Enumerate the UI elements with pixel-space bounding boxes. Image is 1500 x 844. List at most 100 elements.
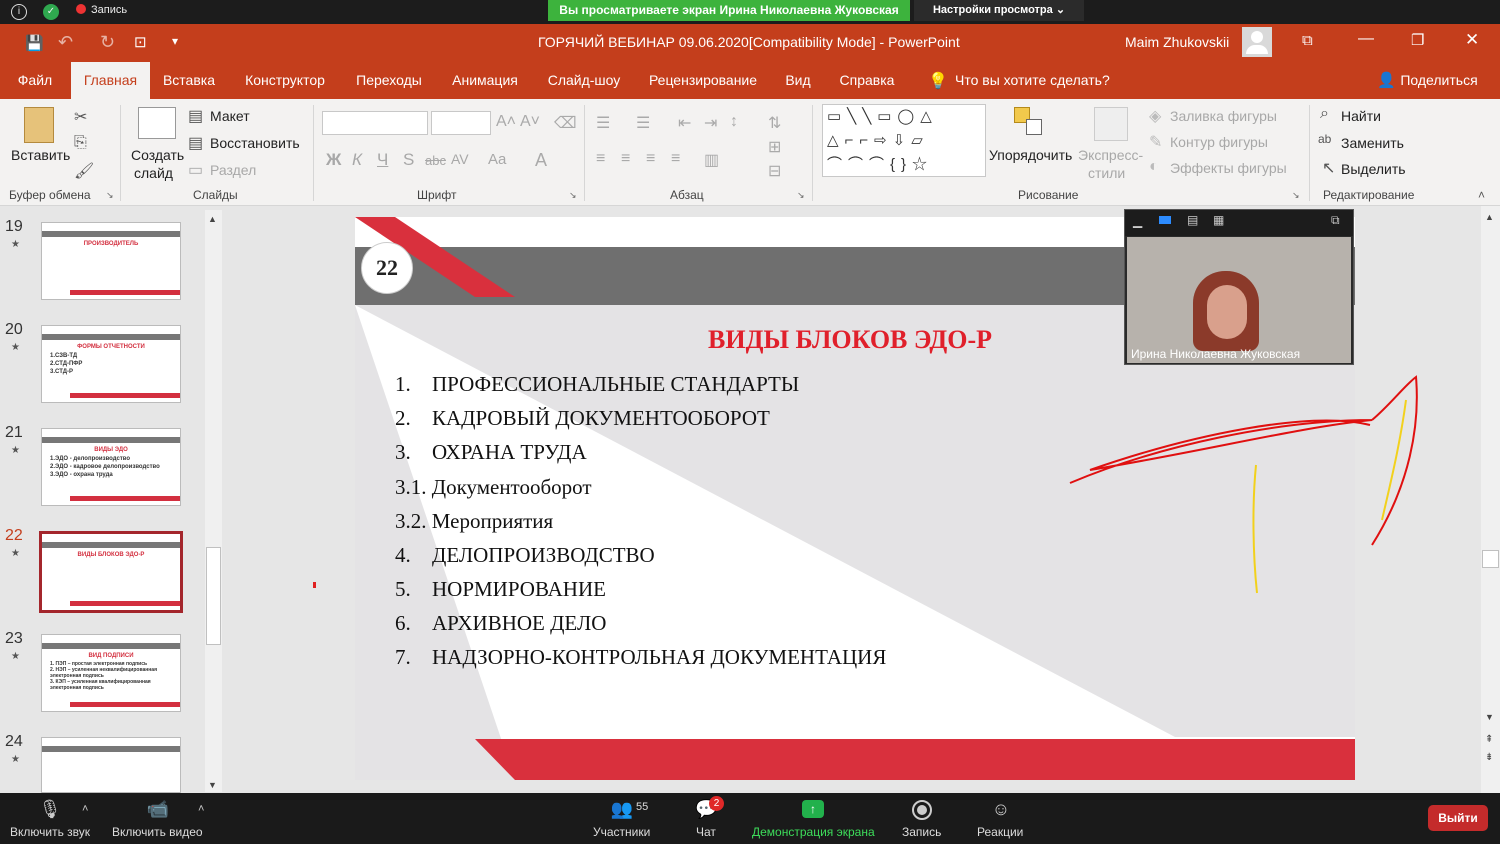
char-spacing-button[interactable]: AV [451, 151, 469, 167]
scrollbar-thumb[interactable] [1482, 550, 1499, 568]
arrange-button[interactable]: Упорядочить [989, 147, 1072, 163]
italic-button[interactable]: К [352, 150, 362, 170]
tell-me-search[interactable]: Что вы хотите сделать? [955, 62, 1115, 99]
minimize-video-icon[interactable]: ▁ [1133, 214, 1142, 228]
restore-icon[interactable]: ❐ [1411, 31, 1424, 49]
cut-icon[interactable]: ✂ [74, 107, 87, 127]
ribbon-display-icon[interactable]: ⧉ [1302, 32, 1313, 49]
video-off-icon[interactable]: 📹 [145, 799, 171, 820]
slide-thumbnail-19[interactable]: ПРОИЗВОДИТЕЛЬ [41, 222, 181, 300]
minimize-icon[interactable]: — [1358, 30, 1374, 48]
record-button[interactable]: Запись [902, 825, 941, 839]
user-name[interactable]: Maim Zhukovskii [1125, 34, 1229, 50]
microphone-muted-icon[interactable]: 🎙 [38, 799, 62, 820]
find-icon[interactable]: ⌕ [1320, 105, 1329, 123]
align-center-icon[interactable]: ≡ [621, 150, 630, 168]
tab-file[interactable]: Файл [8, 62, 62, 99]
new-slide-label-1[interactable]: Создать [131, 147, 184, 163]
present-icon[interactable]: ⊡ [134, 33, 147, 51]
strip-view-icon[interactable]: ▤ [1187, 213, 1198, 227]
slide-scrollbar[interactable]: ▲ ▼ ⇞ ⇟ [1481, 206, 1500, 793]
scroll-up-icon[interactable]: ▲ [208, 214, 217, 224]
smartart-icon[interactable]: ⊟ [768, 161, 781, 181]
dialog-launcher-icon[interactable]: ↘ [569, 190, 577, 201]
tab-insert[interactable]: Вставка [157, 62, 221, 99]
slide-thumbnail-21[interactable]: ВИДЫ ЭДО 1.ЭДО - делопроизводство 2.ЭДО … [41, 428, 181, 506]
numbering-icon[interactable]: ☰ [636, 113, 650, 133]
audio-options-chevron-icon[interactable]: ˄ [82, 803, 88, 815]
close-icon[interactable]: ✕ [1465, 30, 1479, 50]
scroll-down-icon[interactable]: ▼ [208, 780, 217, 790]
shrink-font-icon[interactable]: A˅ [520, 113, 540, 131]
scrollbar-thumb[interactable] [206, 547, 221, 645]
quick-styles-icon[interactable] [1094, 107, 1128, 141]
tab-home[interactable]: Главная [71, 62, 150, 99]
share-button[interactable]: Поделиться [1399, 62, 1479, 99]
info-icon[interactable]: i [11, 4, 27, 20]
change-case-button[interactable]: Aa [488, 151, 506, 168]
increase-indent-icon[interactable]: ⇥ [704, 113, 717, 133]
select-icon[interactable]: ↖ [1322, 158, 1335, 178]
dialog-launcher-icon[interactable]: ↘ [106, 190, 114, 201]
reset-icon[interactable]: ▤ [188, 133, 203, 153]
mute-button[interactable]: Включить звук [10, 825, 90, 839]
shape-effects-icon[interactable]: ◐ [1149, 158, 1159, 176]
shape-effects-button[interactable]: Эффекты фигуры [1170, 160, 1287, 176]
start-video-button[interactable]: Включить видео [112, 825, 203, 839]
record-icon[interactable] [912, 800, 932, 820]
save-icon[interactable]: 💾 [25, 34, 44, 52]
align-text-icon[interactable]: ⊞ [768, 137, 781, 157]
gallery-view-icon[interactable]: ▦ [1213, 213, 1224, 227]
slide-thumbnail-24[interactable] [41, 737, 181, 793]
next-slide-icon[interactable]: ⇟ [1485, 752, 1493, 763]
slide-thumbnail-20[interactable]: ФОРМЫ ОТЧЕТНОСТИ 1.СЗВ-ТД 2.СТД-ПФР 3.СТ… [41, 325, 181, 403]
select-button[interactable]: Выделить [1341, 161, 1406, 177]
section-icon[interactable]: ▭ [188, 160, 203, 180]
shape-outline-button[interactable]: Контур фигуры [1170, 134, 1268, 150]
shape-fill-icon[interactable]: ◈ [1149, 106, 1161, 126]
justify-icon[interactable]: ≡ [671, 150, 680, 168]
avatar[interactable] [1242, 27, 1272, 57]
clear-format-icon[interactable]: ⌫ [554, 113, 577, 133]
shield-icon[interactable]: ✓ [43, 4, 59, 20]
tab-review[interactable]: Рецензирование [641, 62, 765, 99]
layout-icon[interactable]: ▤ [188, 106, 203, 126]
speaker-view-icon[interactable] [1159, 216, 1171, 224]
tab-view[interactable]: Вид [779, 62, 817, 99]
underline-button[interactable]: Ч [377, 150, 388, 170]
section-button[interactable]: Раздел [210, 162, 256, 178]
font-size-select[interactable] [431, 111, 491, 135]
tab-transitions[interactable]: Переходы [348, 62, 430, 99]
paste-icon[interactable] [24, 107, 54, 143]
decrease-indent-icon[interactable]: ⇤ [678, 113, 691, 133]
undo-icon[interactable]: ↶ [58, 32, 73, 53]
dialog-launcher-icon[interactable]: ↘ [797, 190, 805, 201]
shadow-button[interactable]: S [403, 150, 414, 170]
reset-button[interactable]: Восстановить [210, 135, 300, 151]
shapes-gallery[interactable]: ▭╲╲▭◯△ △⌐⌐⇨⇩▱ ⌒⌒⌒{}☆ [822, 104, 986, 177]
shape-fill-button[interactable]: Заливка фигуры [1170, 108, 1277, 124]
collapse-ribbon-icon[interactable]: ˄ [1478, 188, 1485, 202]
paste-button[interactable]: Вставить [11, 147, 70, 163]
video-thumbnail[interactable]: ▁ ▤ ▦ ⧉ Ирина Николаевна Жуковская [1124, 209, 1354, 365]
format-painter-icon[interactable]: 🖌 [74, 161, 94, 181]
chat-button[interactable]: Чат [696, 825, 716, 839]
align-right-icon[interactable]: ≡ [646, 150, 655, 168]
layout-button[interactable]: Макет [210, 108, 250, 124]
new-slide-icon[interactable] [138, 107, 176, 139]
participants-icon[interactable]: 👥 [610, 799, 634, 820]
find-button[interactable]: Найти [1341, 108, 1381, 124]
tab-animations[interactable]: Анимация [444, 62, 526, 99]
slide-thumbnail-22-selected[interactable]: ВИДЫ БЛОКОВ ЭДО-Р [39, 531, 183, 613]
view-options-button[interactable]: Настройки просмотра ⌄ [914, 0, 1084, 21]
replace-icon[interactable]: ab [1318, 132, 1331, 146]
share-screen-icon[interactable]: ↑ [802, 800, 824, 818]
dialog-launcher-icon[interactable]: ↘ [1292, 190, 1300, 201]
quick-styles-label-2[interactable]: стили [1088, 165, 1125, 181]
quick-styles-label-1[interactable]: Экспресс- [1078, 147, 1143, 163]
arrange-icon[interactable] [1014, 107, 1046, 139]
reactions-button[interactable]: Реакции [977, 825, 1023, 839]
replace-button[interactable]: Заменить [1341, 135, 1404, 151]
copy-icon[interactable]: ⎘ [74, 134, 87, 152]
new-slide-label-2[interactable]: слайд [134, 165, 173, 181]
